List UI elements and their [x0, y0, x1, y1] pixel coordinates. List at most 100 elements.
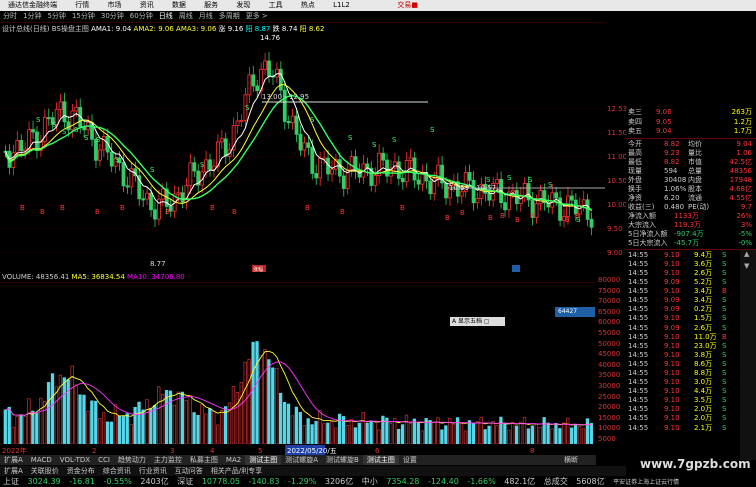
menu-item-l1l2[interactable]: L1L2: [325, 0, 358, 11]
volume-bar: [70, 365, 74, 444]
indicator-tab[interactable]: 主力监控: [150, 455, 186, 465]
tick-price: 9.10: [664, 378, 680, 387]
indicator-tab[interactable]: 测试主图: [362, 455, 399, 465]
index-sh-pct: -0.55%: [103, 477, 132, 486]
tick-side: S: [722, 341, 727, 350]
candle-body: [101, 136, 106, 151]
index-zx-name[interactable]: 中小: [359, 476, 381, 487]
indicator-tab[interactable]: MA2: [222, 455, 245, 465]
horizontal-toggle[interactable]: 横断: [560, 455, 582, 465]
buy-signal-marker: B: [460, 209, 465, 217]
indicator-tab[interactable]: 设置: [399, 455, 421, 465]
index-sz-name[interactable]: 深证: [174, 476, 196, 487]
candle-body: [412, 157, 417, 181]
tick-side: S: [722, 278, 727, 287]
volume-bar: [589, 423, 594, 444]
buy-signal-marker: B: [60, 204, 65, 212]
volume-bar: [522, 416, 527, 444]
scroll-down-icon[interactable]: ▼: [740, 262, 756, 270]
candle-body: [263, 60, 268, 70]
buy-signal-marker: B: [232, 208, 237, 216]
indicator-tab[interactable]: MACD: [27, 455, 56, 465]
tick-row: 14:55 9.10 23.0万 S: [626, 342, 756, 351]
menu-item-service[interactable]: 服务: [196, 0, 226, 11]
candle-body: [223, 138, 228, 157]
period-tab[interactable]: 周线: [176, 11, 196, 22]
scroll-up-icon[interactable]: ▲: [740, 250, 756, 258]
period-tab[interactable]: 更多 >: [243, 11, 271, 22]
volume-bar: [322, 423, 326, 444]
volume-bar: [353, 427, 358, 444]
candle-body: [522, 183, 527, 197]
indicator-tab[interactable]: VOL-TDX: [56, 455, 94, 465]
period-tab[interactable]: 日线: [156, 11, 176, 22]
show-five-levels-button[interactable]: A 显示五档 ▢: [450, 317, 505, 326]
info-tab[interactable]: 行业资讯: [135, 466, 171, 476]
indicator-tab[interactable]: 趋势动力: [114, 455, 150, 465]
info-tab[interactable]: 资金分布: [63, 466, 99, 476]
menu-item-data[interactable]: 数据: [164, 0, 194, 11]
volume-bar: [518, 421, 523, 444]
candlestick-chart[interactable]: 14.7613.00 - 12.9510.59 - 10.578.77B B B B B…: [0, 22, 605, 272]
quote-key: 5日净流入额: [628, 229, 668, 238]
tick-volume: 9.4万: [694, 250, 713, 259]
volume-bar: [570, 427, 574, 444]
indicator-tab[interactable]: CCI: [94, 455, 114, 465]
volume-bar: [550, 428, 554, 444]
volume-bar: [538, 426, 542, 444]
indicator-tab[interactable]: 扩展A: [0, 455, 27, 465]
candle-body: [35, 131, 39, 151]
tick-side: S: [722, 314, 727, 323]
volume-bar: [326, 422, 330, 444]
period-tab[interactable]: 30分钟: [98, 11, 127, 22]
volume-bar: [31, 410, 35, 444]
volume-bar: [365, 422, 369, 444]
info-tab[interactable]: 扩展A: [0, 466, 27, 476]
candle-body: [74, 107, 79, 112]
period-tab[interactable]: 分时: [0, 11, 20, 22]
menu-item-discover[interactable]: 发现: [228, 0, 258, 11]
volume-chart[interactable]: [0, 282, 596, 444]
info-tab[interactable]: 相关产品/利专享: [207, 466, 266, 476]
candle-body: [444, 182, 448, 199]
candle-body: [330, 168, 334, 175]
menu-item-quote[interactable]: 行情: [67, 0, 97, 11]
tick-price: 9.09: [664, 305, 680, 314]
info-marker[interactable]: [512, 265, 520, 272]
volume-bar: [145, 399, 149, 444]
sell-signal-marker: S: [528, 176, 533, 184]
volume-bar: [310, 424, 314, 444]
index-sh-name[interactable]: 上证: [0, 476, 22, 487]
trade-button[interactable]: 交易■: [389, 0, 426, 11]
volume-bar: [330, 420, 334, 444]
indicator-tab[interactable]: 测试螺旋B: [322, 455, 363, 465]
candle-body: [208, 159, 212, 170]
vol-y-tick-label: 15000: [598, 413, 621, 422]
volume-bar: [212, 411, 216, 444]
period-tab[interactable]: 60分钟: [127, 11, 156, 22]
volume-bar: [231, 386, 236, 444]
volume-bar: [554, 422, 558, 444]
info-tab[interactable]: 互动问答: [171, 466, 207, 476]
info-tab[interactable]: 综合资讯: [99, 466, 135, 476]
volume-bar: [471, 422, 476, 444]
indicator-tab[interactable]: 测试螺旋A: [281, 455, 322, 465]
indicator-tab[interactable]: 测试主图: [245, 455, 282, 465]
candle-body: [278, 68, 283, 91]
period-tab[interactable]: 5分钟: [44, 11, 68, 22]
period-tab[interactable]: 1分钟: [20, 11, 44, 22]
period-tab[interactable]: 15分钟: [69, 11, 98, 22]
period-tab[interactable]: 多周期: [216, 11, 243, 22]
menu-item-news[interactable]: 资讯: [132, 0, 162, 11]
indicator-tab[interactable]: 私募主图: [186, 455, 222, 465]
total-turnover-value: 5608亿: [576, 477, 605, 486]
volume-bar: [160, 394, 165, 444]
menu-item-market[interactable]: 市场: [99, 0, 129, 11]
menu-item-tools[interactable]: 工具: [261, 0, 291, 11]
menu-item-hot[interactable]: 热点: [293, 0, 323, 11]
volume-bar: [62, 377, 66, 444]
tick-row: 14:55 9.10 2.1万 S: [626, 424, 756, 433]
period-tab[interactable]: 月线: [196, 11, 216, 22]
info-tab[interactable]: 关联股价: [27, 466, 63, 476]
volume-legend: VOLUME: 48356.41 MA5: 36834.54 MA10: 347…: [2, 273, 185, 281]
